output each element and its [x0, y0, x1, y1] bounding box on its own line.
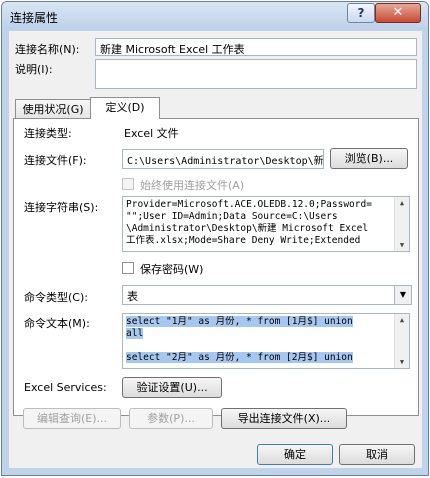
command-text-line: all	[126, 328, 144, 339]
edit-query-button[interactable]: 编辑查询(E)...	[23, 408, 121, 429]
definition-panel: 连接类型: Excel 文件 连接文件(F): C:\Users\Adminis…	[13, 118, 419, 416]
description-label: 说明(I):	[15, 63, 53, 76]
connection-name-field[interactable]: 新建 Microsoft Excel 工作表	[95, 38, 417, 56]
help-button[interactable]: ?	[347, 3, 375, 23]
dialog-body: 连接名称(N): 新建 Microsoft Excel 工作表 说明(I): 使…	[9, 31, 422, 468]
scroll-up-icon[interactable]: ▲	[395, 314, 409, 326]
close-button[interactable]: ✕	[375, 3, 421, 23]
connection-name-label: 连接名称(N):	[15, 43, 80, 56]
auth-settings-button[interactable]: 验证设置(U)...	[122, 377, 222, 398]
always-use-file-checkbox[interactable]	[122, 178, 134, 190]
parameters-button[interactable]: 参数(P)...	[129, 408, 213, 429]
connection-string-line: 工作表.xlsx;Mode=Share Deny Write;Extended	[126, 235, 361, 246]
excel-services-label: Excel Services:	[24, 381, 107, 394]
browse-button[interactable]: 浏览(B)...	[330, 148, 408, 169]
export-connection-file-button[interactable]: 导出连接文件(X)...	[221, 408, 347, 429]
command-text-line: select "1月" as 月份, * from [1月$] union	[126, 316, 353, 327]
connection-type-value: Excel 文件	[124, 127, 179, 140]
connection-string-line: Provider=Microsoft.ACE.OLEDB.12.0;Passwo…	[126, 199, 372, 210]
always-use-file-label: 始终使用连接文件(A)	[140, 179, 245, 192]
tab-definition[interactable]: 定义(D)	[90, 97, 160, 119]
save-password-label: 保存密码(W)	[140, 263, 204, 276]
connection-string-scrollbar[interactable]: ▲ ▼	[394, 197, 409, 251]
connection-file-label: 连接文件(F):	[24, 154, 87, 167]
command-text-scrollbar[interactable]: ▲ ▼	[394, 314, 409, 368]
connection-properties-dialog: 连接属性 ? ✕ 连接名称(N): 新建 Microsoft Excel 工作表…	[1, 1, 429, 476]
command-text-field[interactable]: select "1月" as 月份, * from [1月$] union al…	[122, 313, 410, 369]
connection-string-line: "";User ID=Admin;Data Source=C:\Users	[126, 211, 338, 222]
connection-string-field[interactable]: Provider=Microsoft.ACE.OLEDB.12.0;Passwo…	[122, 196, 410, 252]
tab-usage[interactable]: 使用状况(G)	[15, 99, 91, 119]
connection-string-label: 连接字符串(S):	[24, 201, 99, 214]
save-password-checkbox[interactable]	[122, 262, 134, 274]
command-type-select[interactable]: 表 ▼	[122, 285, 412, 305]
connection-type-label: 连接类型:	[24, 127, 72, 140]
connection-string-line: \Administrator\Desktop\新建 Microsoft Exce…	[126, 223, 369, 234]
connection-file-field[interactable]: C:\Users\Administrator\Desktop\新	[122, 149, 324, 169]
command-type-label: 命令类型(C):	[24, 291, 88, 304]
scroll-down-icon[interactable]: ▼	[395, 356, 409, 368]
chevron-down-icon[interactable]: ▼	[394, 286, 411, 304]
scroll-down-icon[interactable]: ▼	[395, 239, 409, 251]
description-field[interactable]	[95, 59, 417, 89]
window-title: 连接属性	[10, 11, 59, 25]
ok-button[interactable]: 确定	[257, 444, 333, 465]
command-type-value: 表	[127, 290, 138, 303]
title-bar: 连接属性 ? ✕	[2, 2, 428, 30]
command-text-line: select "2月" as 月份, * from [2月$] union	[126, 352, 353, 363]
cancel-button[interactable]: 取消	[339, 444, 415, 465]
scroll-up-icon[interactable]: ▲	[395, 197, 409, 209]
command-text-label: 命令文本(M):	[24, 317, 90, 330]
